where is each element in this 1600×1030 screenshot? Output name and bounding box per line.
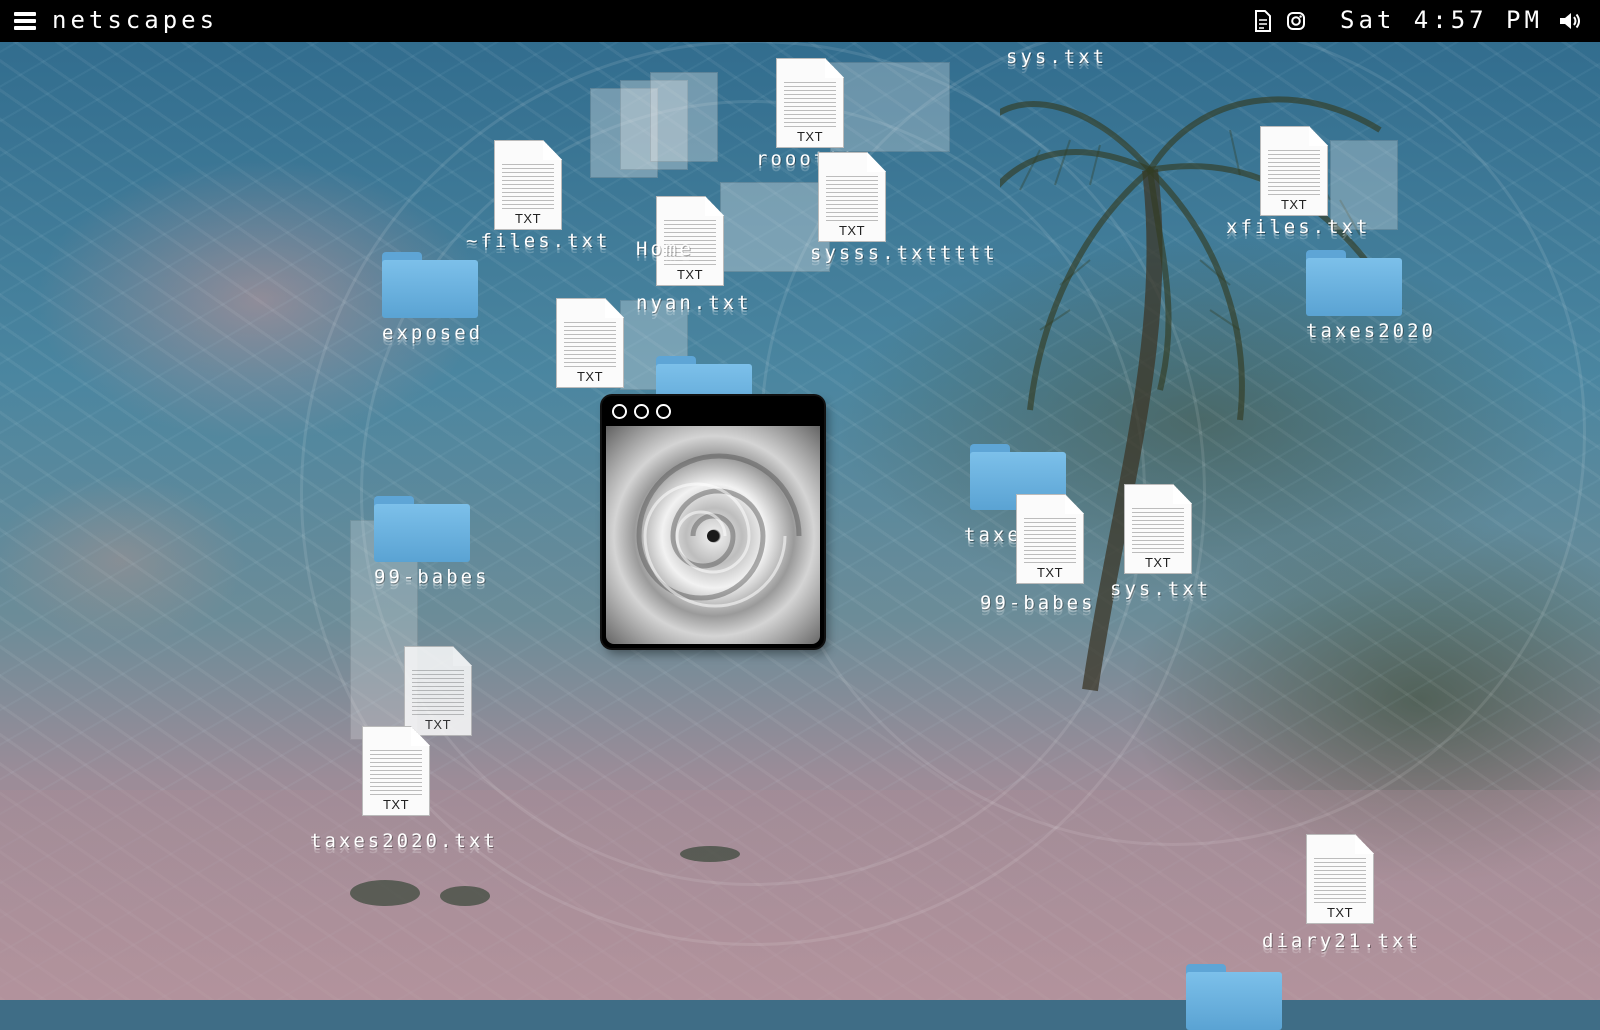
desktop-folder[interactable]: 99-babes [374, 496, 490, 588]
file-label: diary21.txt [1262, 930, 1421, 952]
beach-rock [350, 880, 420, 906]
minimize-button[interactable] [634, 404, 649, 419]
desktop-file[interactable]: TXT sys.txt [1110, 484, 1211, 600]
beach-rock [440, 886, 490, 906]
instagram-icon[interactable] [1286, 10, 1306, 32]
file-label: ~files.txt [466, 230, 611, 252]
file-label: nyan.txt [636, 292, 752, 314]
text-file-icon: TXT [818, 152, 886, 242]
hurricane-image [606, 426, 820, 644]
desktop-folder[interactable]: taxes2020 [1306, 250, 1436, 342]
file-label: Home [636, 238, 694, 260]
text-file-icon: TXT [1124, 484, 1192, 574]
text-file-icon: TXT [776, 58, 844, 148]
folder-label: 99-babes [374, 566, 490, 588]
hurricane-swirl [636, 453, 802, 608]
folder-label: exposed [382, 322, 484, 344]
text-file-icon: TXT [494, 140, 562, 230]
file-label: sysss.txttttt [810, 242, 998, 264]
file-label: sys.txt [1006, 46, 1108, 68]
close-button[interactable] [612, 404, 627, 419]
maximize-button[interactable] [656, 404, 671, 419]
desktop-file[interactable]: TXT diary21.txt [1262, 834, 1421, 952]
text-file-icon: TXT [362, 726, 430, 816]
text-file-icon: TXT [1306, 834, 1374, 924]
file-label: xfiles.txt [1226, 216, 1371, 238]
image-viewer-window[interactable] [602, 396, 824, 648]
document-icon[interactable] [1254, 10, 1274, 32]
desktop-file[interactable]: TXT TXT taxes2020.txt [310, 646, 495, 852]
clock[interactable]: Sat 4:57 PM [1340, 6, 1543, 34]
volume-icon[interactable] [1558, 10, 1582, 32]
folder-icon [1306, 250, 1402, 316]
menu-icon[interactable] [14, 12, 36, 30]
desktop-file[interactable]: TXT ~files.txt [466, 140, 610, 252]
text-file-icon: TXT [556, 298, 624, 388]
folder-icon [374, 496, 470, 562]
desktop-file[interactable]: TXT 99-babes [980, 494, 1096, 614]
file-label: sys.txt [1110, 578, 1212, 600]
desktop-file[interactable]: TXT xfiles.txt [1226, 126, 1370, 238]
desktop-folder[interactable] [1186, 964, 1282, 1030]
desktop-file[interactable]: TXT sysss.txttttt [810, 152, 998, 264]
folder-icon [382, 252, 478, 318]
desktop-file[interactable]: TXT Home [630, 196, 724, 286]
folder-icon [1186, 964, 1282, 1030]
desktop-folder[interactable]: exposed [382, 252, 483, 344]
desktop-file[interactable]: sys.txt [1006, 46, 1107, 68]
file-label: 99-babes [980, 592, 1096, 614]
file-label: taxes2020.txt [310, 830, 498, 852]
text-file-icon: TXT [1260, 126, 1328, 216]
folder-label: taxes2020 [1306, 320, 1436, 342]
desktop-file[interactable]: TXT nyan.txt [540, 292, 749, 388]
text-file-icon: TXT [1016, 494, 1084, 584]
text-file-icon: TXT [404, 646, 472, 736]
window-titlebar[interactable] [602, 396, 824, 426]
menubar: netscapes Sat 4:57 PM [0, 0, 1600, 42]
app-title: netscapes [52, 6, 219, 34]
